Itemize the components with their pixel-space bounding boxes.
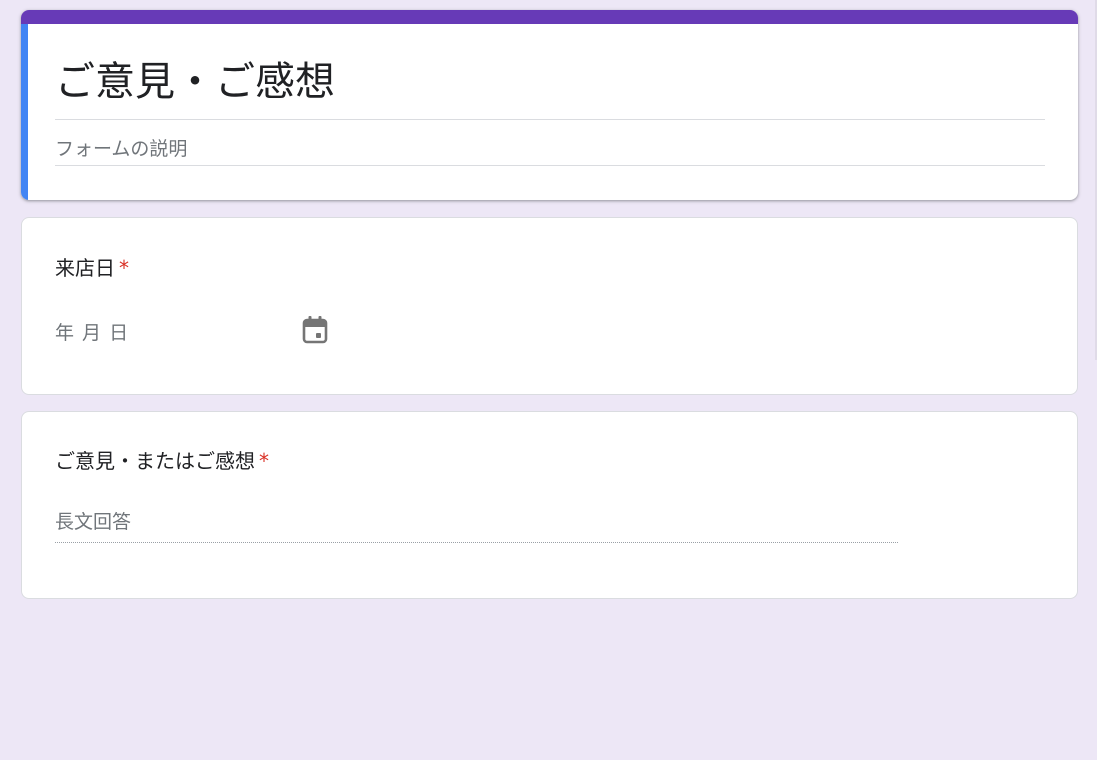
- active-card-indicator: [21, 24, 28, 200]
- form-description-placeholder[interactable]: フォームの説明: [55, 138, 187, 160]
- date-placeholder: 年 月 日: [55, 322, 130, 344]
- required-asterisk: *: [259, 449, 269, 473]
- form-header-card[interactable]: ご意見・ご感想 フォームの説明: [21, 10, 1078, 200]
- long-answer-field[interactable]: 長文回答: [55, 508, 898, 543]
- question-title-text: ご意見・またはご感想: [55, 449, 255, 473]
- question-card-visit-date[interactable]: 来店日 * 年 月 日: [21, 217, 1078, 395]
- theme-color-bar: [21, 10, 1078, 24]
- question-title: ご意見・またはご感想 *: [55, 447, 269, 475]
- date-input[interactable]: 年 月 日: [55, 316, 335, 352]
- long-answer-placeholder: 長文回答: [55, 511, 132, 533]
- form-title-field[interactable]: ご意見・ご感想: [55, 54, 1045, 120]
- question-title: 来店日 *: [55, 254, 129, 282]
- form-description-field[interactable]: フォームの説明: [55, 136, 1045, 166]
- question-title-text: 来店日: [55, 256, 115, 280]
- question-card-feedback[interactable]: ご意見・またはご感想 * 長文回答: [21, 411, 1078, 599]
- calendar-button[interactable]: [299, 316, 331, 348]
- form-editor-page: ご意見・ご感想 フォームの説明 来店日 * 年 月 日 ご意見・またはご感想 *…: [0, 0, 1097, 760]
- form-title[interactable]: ご意見・ご感想: [55, 54, 1045, 110]
- required-asterisk: *: [119, 256, 129, 280]
- calendar-icon: [301, 315, 329, 349]
